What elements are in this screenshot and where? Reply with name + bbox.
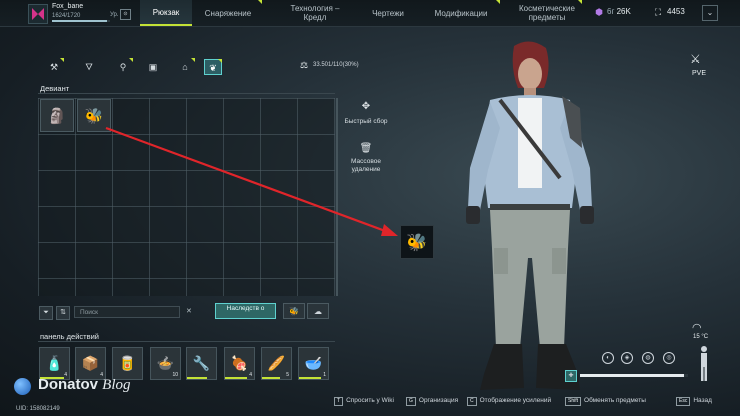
water-icon: ◍ [642,352,654,364]
deviant-filter-button[interactable]: 🐝 [283,303,305,319]
health-icon: ✚ [565,370,577,382]
character-model[interactable] [440,38,620,398]
mode-label: PVE [691,70,706,77]
watermark-logo [14,378,31,395]
hint-label: Назад [693,397,712,404]
thermometer-icon: ◠ [692,322,702,334]
key-g: G [406,397,416,406]
pve-swords-icon: ⚔ [690,52,701,66]
action-slot-mortar[interactable]: 🥣 1 [298,347,329,380]
action-slot-wrench[interactable]: 🔧 [186,347,217,380]
action-slot-pot[interactable]: 🍲 10 [150,347,181,380]
watermark-text: Donatov Blog [38,376,131,394]
selected-item-bee-deviant[interactable]: 🐝 [400,225,434,259]
temperature-value: 15 °C [693,334,709,340]
hint-label: Спросить у Wiki [346,397,394,404]
energy-icon: ◎ [663,352,675,364]
body-status-icon [698,346,710,382]
slot-count: 5 [286,372,289,378]
search-input[interactable]: Поиск [74,306,180,318]
slot-count: 10 [172,372,178,378]
durability-bar [187,377,207,379]
durability-bar [299,377,321,379]
hint-label: Обменять предметы [584,397,646,404]
hint-label: Отображение усилений [479,397,552,404]
stamina-icon: ◐ [602,352,614,364]
health-bar-fill [580,374,684,377]
hint-back[interactable]: Esc Назад [676,397,712,406]
filter-icon[interactable]: ⏷ [39,306,53,320]
hint-exchange[interactable]: Shift Обменять предметы [565,397,646,406]
watermark-brand: Donatov [38,376,98,393]
hint-wiki[interactable]: T Спросить у Wiki [334,397,394,406]
search-clear-icon[interactable]: ✕ [186,307,192,315]
action-slot-meat[interactable]: 🍖 4 [224,347,255,380]
inherit-button[interactable]: Наследств о [215,303,276,319]
shield-icon: ◈ [621,352,633,364]
weather-filter-button[interactable]: ☁ [307,303,329,319]
uid-label: UID: 158082149 [16,406,60,412]
key-t: T [334,397,344,406]
hint-label: Организация [418,397,459,404]
key-shift: Shift [565,397,582,406]
slot-count: 4 [249,372,252,378]
action-slot-bread[interactable]: 🥖 5 [261,347,292,380]
slot-count: 1 [323,372,326,378]
key-esc: Esc [676,397,691,406]
sort-icon[interactable]: ⇅ [56,306,70,320]
section-title-actions: панель действий [40,332,99,341]
hint-organize[interactable]: G Организация [406,397,458,406]
durability-bar [262,377,280,379]
key-c: C [467,397,477,406]
watermark-suffix: Blog [102,377,131,393]
hint-boosts[interactable]: C Отображение усилений [467,397,551,406]
section-divider [38,341,335,342]
durability-bar [225,377,247,379]
